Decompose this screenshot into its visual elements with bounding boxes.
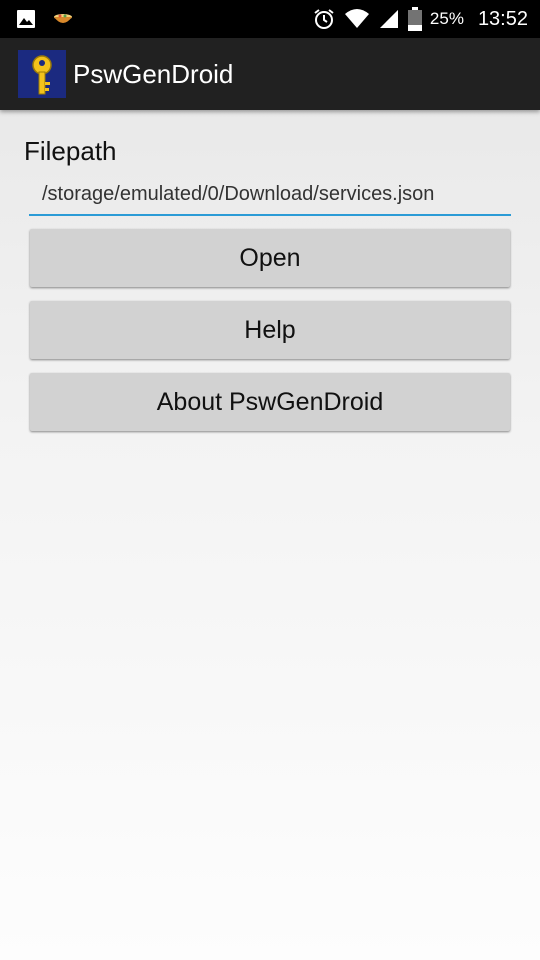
status-bar: 25% 13:52 (0, 0, 540, 38)
bowl-icon (54, 14, 72, 23)
battery-percent: 25% (429, 9, 464, 28)
wifi-icon (344, 9, 369, 28)
clock: 13:52 (477, 7, 528, 30)
about-button[interactable]: About PswGenDroid (30, 373, 510, 431)
filepath-input[interactable] (29, 180, 511, 216)
cell-signal-icon (379, 10, 398, 28)
app-title: PswGenDroid (73, 59, 234, 89)
alarm-icon (314, 9, 334, 29)
app-bar: PswGenDroid (0, 38, 540, 110)
filepath-label: Filepath (24, 136, 117, 166)
open-button[interactable]: Open (30, 229, 510, 287)
help-button[interactable]: Help (30, 301, 510, 359)
key-icon (32, 55, 52, 95)
system-icons: 25% 13:52 (312, 0, 528, 38)
notification-icons (16, 8, 74, 30)
image-icon (17, 10, 35, 28)
battery-icon (407, 7, 422, 31)
app-logo (18, 50, 66, 98)
